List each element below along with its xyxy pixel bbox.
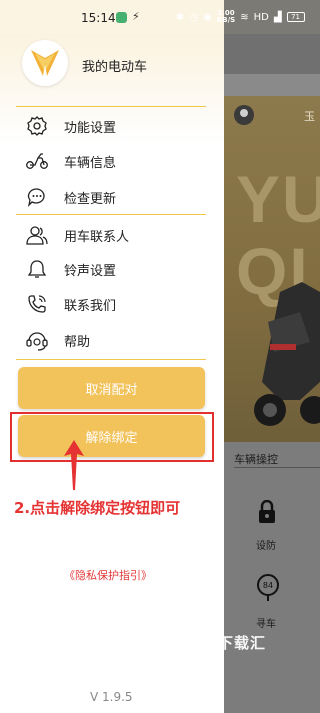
signal-icon: ▟ [273,11,282,23]
menu-item-function-settings[interactable]: 功能设置 [16,109,206,143]
network-type: HD [253,11,269,23]
phone-icon [26,293,48,315]
privacy-policy-link[interactable]: 《隐私保护指引》 [64,567,152,583]
network-speed-unit: KB/S [216,16,236,24]
bg-arm-label: 设防 [256,541,276,552]
unpair-button[interactable]: 取消配对 [18,367,205,409]
menu-item-vehicle-info[interactable]: 车辆信息 [16,144,206,178]
wifi-icon: ≋ [240,11,249,23]
menu-item-help[interactable]: 帮助 [16,323,206,357]
annotation-highlight-box [10,412,214,462]
menu-label: 帮助 [64,334,91,350]
bg-user-avatar-icon [234,105,254,125]
bg-find-label: 寻车 [256,619,276,630]
annotation-instruction: 2.点击解除绑定按钮即可 [14,499,181,517]
divider [16,106,206,107]
menu-item-ringtone-settings[interactable]: 铃声设置 [16,252,206,286]
chat-bubble-icon [26,186,48,208]
status-indicators: ✱ ◷ ◉ 3.00 KB/S ≋ HD ▟ 71 [176,10,305,24]
brand-logo-icon [31,50,59,76]
bg-header-text: 玉 [304,110,315,123]
menu-label: 用车联系人 [64,229,130,245]
menu-item-contact-us[interactable]: 联系我们 [16,287,206,321]
battery-icon: 71 [286,12,305,22]
menu-label: 检查更新 [64,191,117,207]
bg-divider [234,467,320,468]
bg-scooter-image [254,282,320,426]
headset-icon [26,329,48,351]
lock-icon [259,500,275,523]
bg-brand-line1: YU [236,162,320,236]
brand-logo [22,40,68,86]
drawer-title: 我的电动车 [82,60,148,75]
contacts-icon [26,224,48,246]
bg-section-title: 车辆操控 [234,453,278,466]
divider [16,214,206,215]
app-notification-icon: ⚡ [132,10,140,23]
alarm-icon: ◷ [189,11,199,23]
menu-label: 功能设置 [64,120,117,136]
bell-icon [26,258,48,280]
menu-item-contacts[interactable]: 用车联系人 [16,218,206,252]
app-version: V 1.9.5 [90,690,133,704]
menu-label: 联系我们 [64,298,117,314]
drawer-header: 我的电动车 [0,34,224,92]
status-time: 15:14 [81,11,116,25]
settings-gear-icon [26,115,48,137]
network-speed: 3.00 KB/S [217,10,235,24]
annotation-arrow-icon [64,440,84,490]
svg-text:84: 84 [263,581,273,590]
menu-label: 车辆信息 [64,155,117,171]
watermark: 下载汇 [218,634,267,652]
bluetooth-icon: ✱ [176,11,185,23]
menu-item-check-update[interactable]: 检查更新 [16,180,206,214]
bg-header [224,34,320,74]
menu-label: 铃声设置 [64,263,117,279]
scooter-icon [26,150,48,172]
divider [16,359,206,360]
location-icon: ◉ [203,11,212,23]
find-car-icon: 84 [257,574,279,601]
status-bar: 15:14 ⚡ ✱ ◷ ◉ 3.00 KB/S ≋ HD ▟ 71 [0,0,320,34]
message-app-icon [116,12,127,23]
